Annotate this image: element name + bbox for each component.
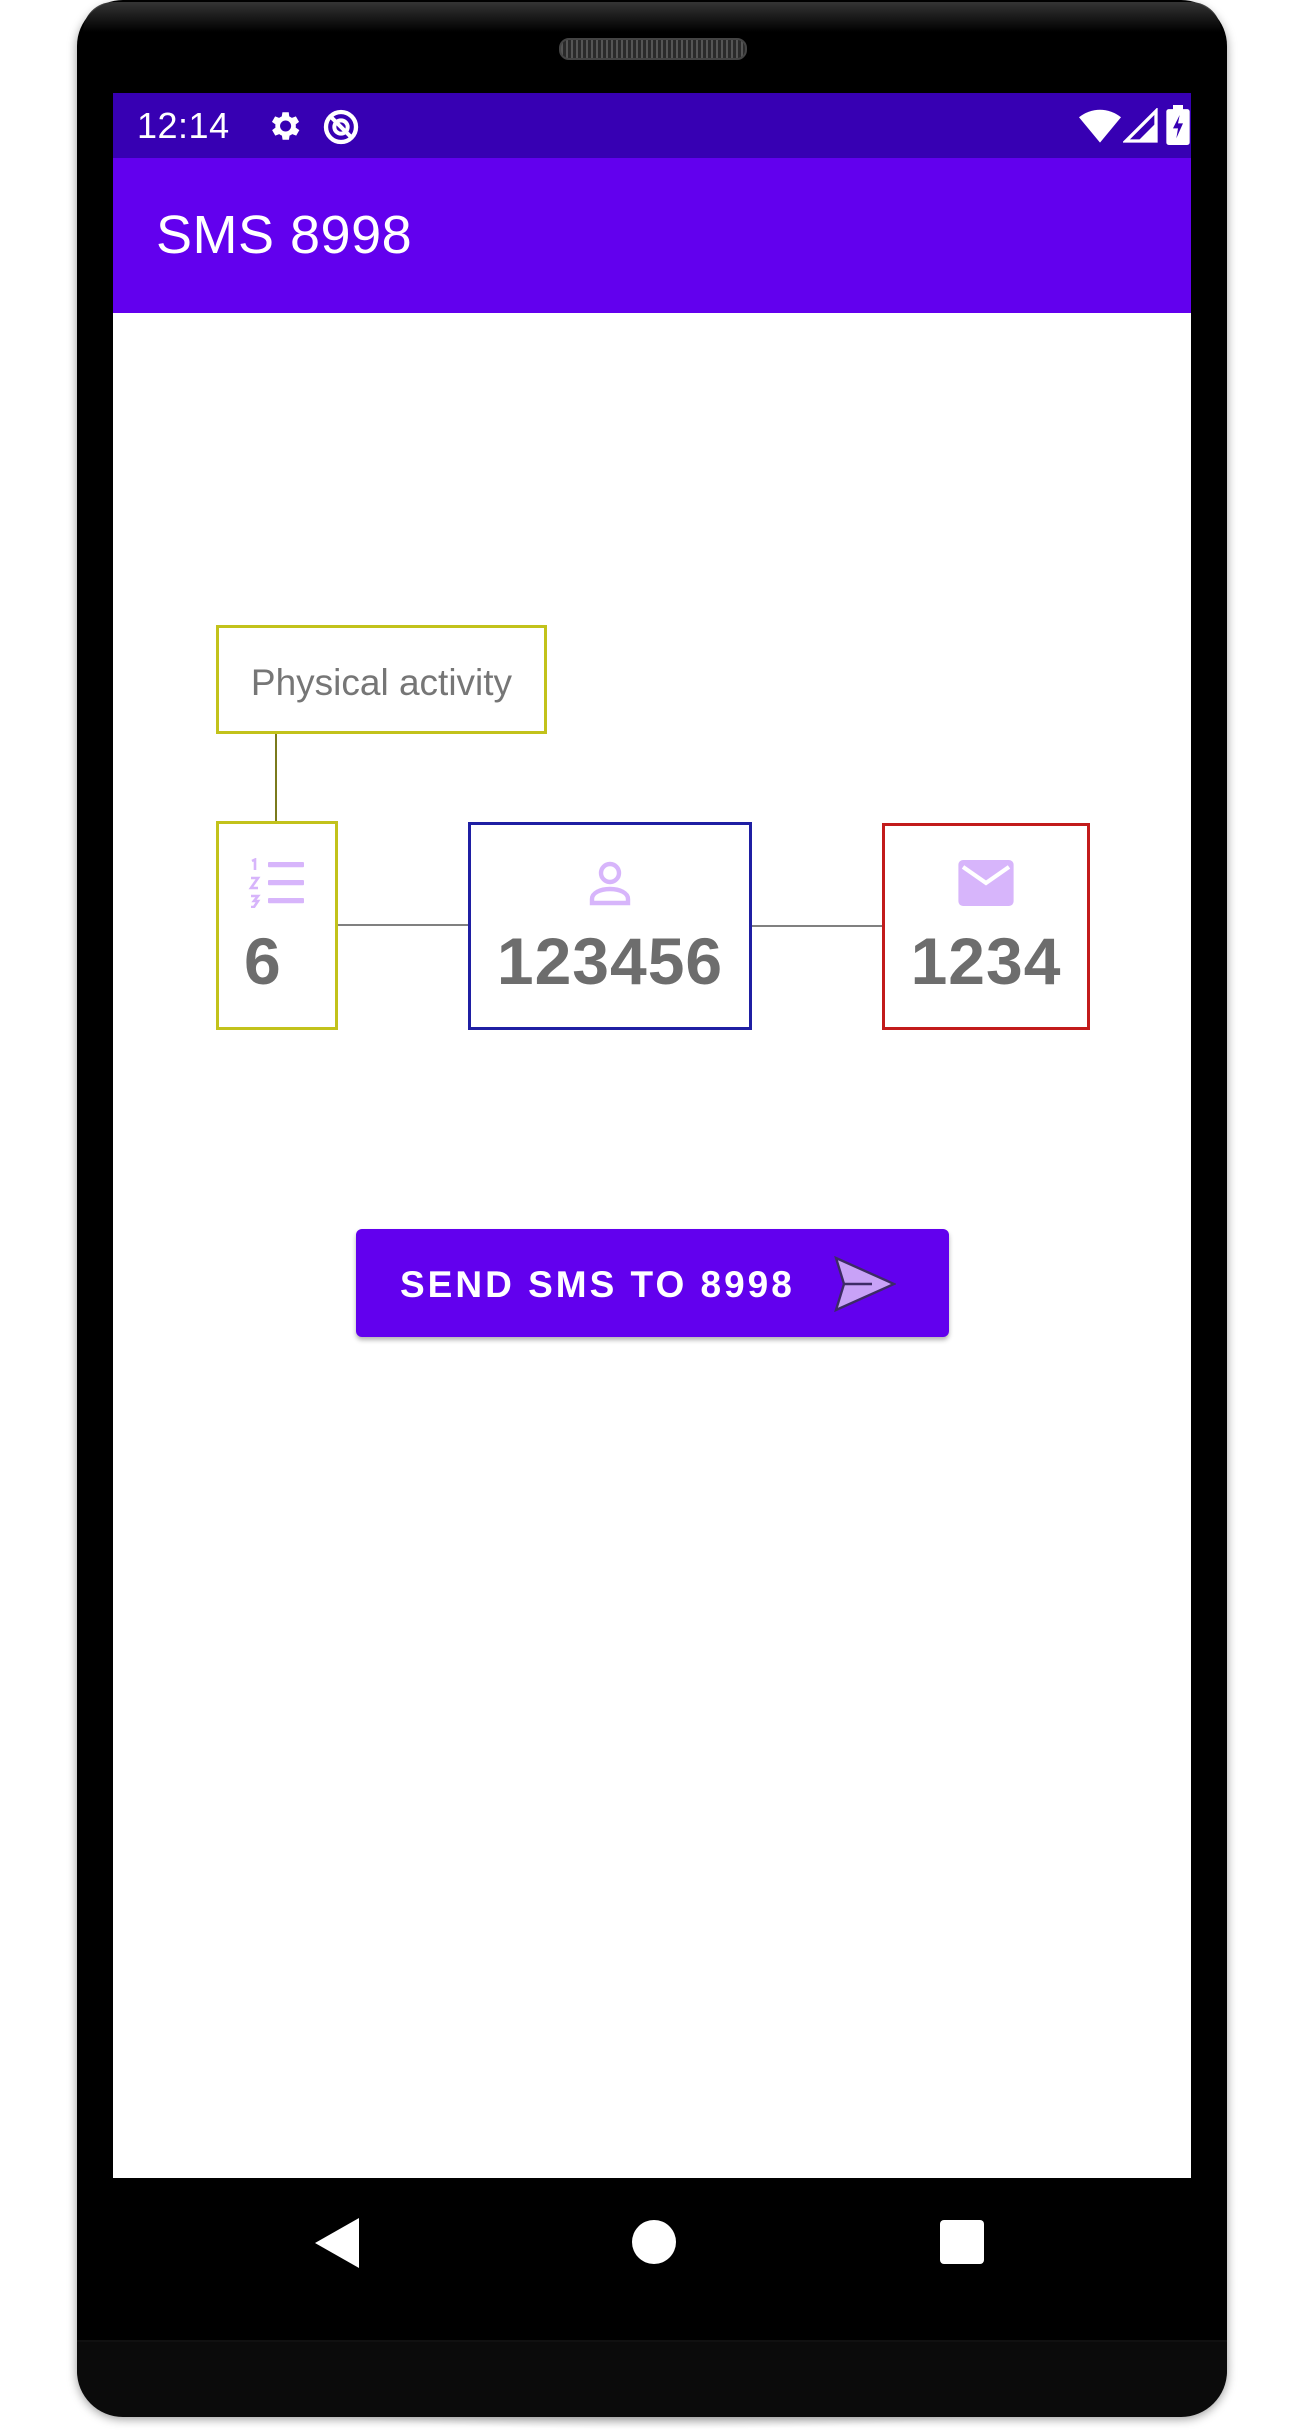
- code-value: 1234: [910, 924, 1062, 998]
- person-id-value: 123456: [496, 924, 724, 998]
- device-chin: [77, 2340, 1227, 2417]
- battery-charging-icon: [1165, 105, 1191, 150]
- person-icon: [586, 859, 634, 912]
- home-icon[interactable]: [632, 2220, 676, 2269]
- person-id-field[interactable]: 123456: [468, 822, 752, 1030]
- signal-icon: [1122, 107, 1159, 149]
- send-icon: [834, 1255, 897, 1317]
- number-field[interactable]: 6: [216, 821, 338, 1030]
- status-time: 12:14: [137, 105, 230, 146]
- connector-line-2: [752, 925, 882, 927]
- app-bar: SMS 8998: [113, 158, 1191, 313]
- number-value: 6: [244, 924, 282, 998]
- back-icon[interactable]: [315, 2218, 359, 2273]
- envelope-icon: [958, 860, 1014, 911]
- category-label: Physical activity: [250, 662, 513, 703]
- earpiece-speaker: [559, 38, 747, 60]
- wifi-icon: [1079, 109, 1121, 148]
- navigation-bar: [113, 2178, 1191, 2308]
- connector-line-1: [338, 924, 468, 926]
- status-bar: 12:14: [113, 93, 1191, 158]
- numbered-list-icon: [248, 857, 306, 913]
- category-connector-line: [275, 734, 277, 821]
- gear-icon: [265, 107, 303, 150]
- category-field[interactable]: Physical activity: [216, 625, 547, 734]
- send-sms-label: SEND SMS TO 8998: [400, 1264, 795, 1305]
- sync-icon: [321, 107, 361, 152]
- recents-icon[interactable]: [940, 2220, 984, 2269]
- code-field[interactable]: 1234: [882, 823, 1090, 1030]
- send-sms-button[interactable]: SEND SMS TO 8998: [356, 1229, 949, 1337]
- main-content: Physical activity 6 123456 1234 SEND SMS…: [113, 313, 1191, 2178]
- app-title: SMS 8998: [156, 205, 413, 265]
- screen: 12:14 SMS 8998 Physical activity 6 12345…: [113, 93, 1191, 2178]
- device-rim: [83, 2, 1221, 32]
